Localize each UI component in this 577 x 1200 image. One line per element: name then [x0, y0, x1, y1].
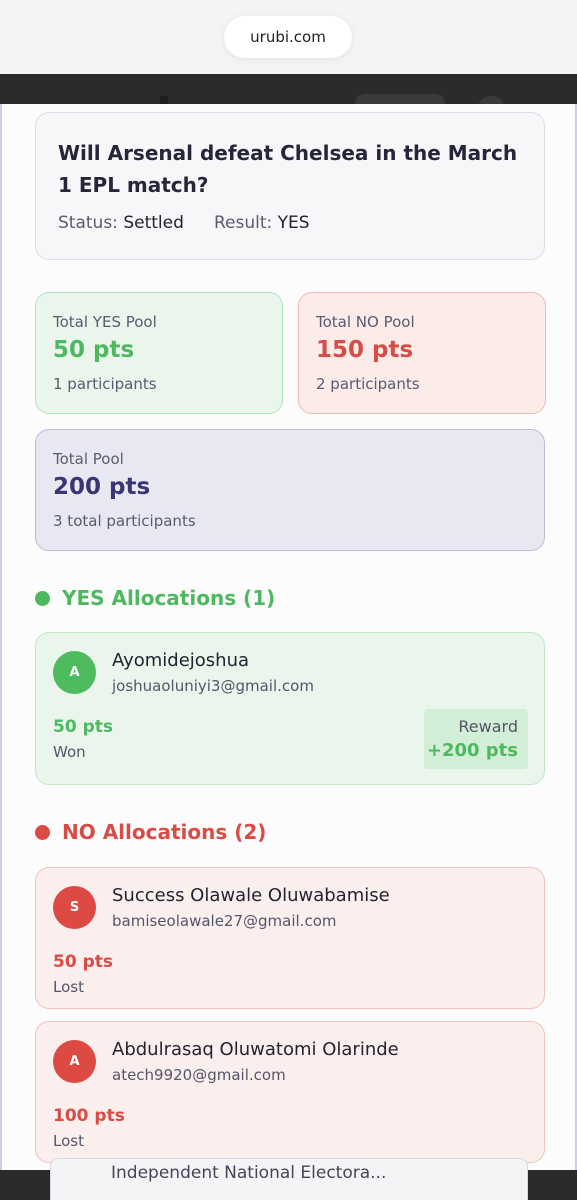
no-pool-label: Total NO Pool — [316, 313, 415, 331]
url-text: urubi.com — [250, 28, 326, 46]
yes-dot-icon — [35, 590, 50, 606]
participant-name: Abdulrasaq Oluwatomi Olarinde — [112, 1039, 399, 1060]
total-pool-card: Total Pool 200 pts 3 total participants — [35, 429, 545, 551]
yes-allocations-title: YES Allocations (1) — [62, 586, 276, 610]
no-allocations-title: NO Allocations (2) — [62, 820, 267, 844]
allocation-points: 100 pts — [53, 1106, 125, 1126]
total-pool-label: Total Pool — [53, 450, 124, 468]
allocation-points: 50 pts — [53, 952, 113, 972]
background-market-card: Independent National Electora... — [50, 1158, 528, 1200]
yes-pool-value: 50 pts — [53, 337, 135, 363]
background-market-title: Independent National Electora... — [111, 1163, 387, 1183]
no-allocations-heading: NO Allocations (2) — [35, 820, 266, 844]
result-label: Result: — [214, 213, 273, 233]
address-bar[interactable]: urubi.com — [224, 16, 352, 58]
avatar: S — [53, 886, 96, 929]
result-value: YES — [277, 213, 310, 233]
question-card: Will Arsenal defeat Chelsea in the March… — [35, 112, 545, 260]
no-pool-card: Total NO Pool 150 pts 2 participants — [298, 292, 546, 414]
browser-top-bar: urubi.com — [0, 0, 577, 74]
allocation-item: A Ayomidejoshua joshuaoluniyi3@gmail.com… — [35, 632, 545, 785]
question-title: Will Arsenal defeat Chelsea in the March… — [58, 141, 518, 197]
total-pool-value: 200 pts — [53, 474, 151, 500]
status-label: Status: — [58, 213, 118, 233]
allocation-item: S Success Olawale Oluwabamise bamiseolaw… — [35, 867, 545, 1009]
status-row: Status: Settled — [58, 213, 184, 233]
avatar: A — [53, 1040, 96, 1083]
participant-email: joshuaoluniyi3@gmail.com — [112, 677, 314, 695]
no-pool-participants: 2 participants — [316, 375, 420, 393]
participant-email: bamiseolawale27@gmail.com — [112, 912, 337, 930]
participant-email: atech9920@gmail.com — [112, 1066, 286, 1084]
market-details-modal: Will Arsenal defeat Chelsea in the March… — [0, 104, 577, 1170]
no-dot-icon — [35, 824, 50, 840]
result-row: Result: YES — [214, 213, 310, 233]
total-pool-participants: 3 total participants — [53, 512, 196, 530]
reward-label: Reward — [458, 717, 518, 736]
allocation-item: A Abdulrasaq Oluwatomi Olarinde atech992… — [35, 1021, 545, 1163]
allocation-points: 50 pts — [53, 717, 113, 737]
avatar: A — [53, 651, 96, 694]
reward-value: +200 pts — [426, 740, 518, 761]
status-value: Settled — [123, 213, 184, 233]
reward-badge: Reward +200 pts — [424, 709, 528, 769]
allocation-outcome: Lost — [53, 978, 84, 996]
yes-allocations-heading: YES Allocations (1) — [35, 586, 275, 610]
yes-pool-card: Total YES Pool 50 pts 1 participants — [35, 292, 283, 414]
no-pool-value: 150 pts — [316, 337, 414, 363]
yes-pool-label: Total YES Pool — [53, 313, 157, 331]
participant-name: Ayomidejoshua — [112, 650, 250, 671]
allocation-outcome: Won — [53, 743, 86, 761]
allocation-outcome: Lost — [53, 1132, 84, 1150]
participant-name: Success Olawale Oluwabamise — [112, 885, 390, 906]
yes-pool-participants: 1 participants — [53, 375, 157, 393]
